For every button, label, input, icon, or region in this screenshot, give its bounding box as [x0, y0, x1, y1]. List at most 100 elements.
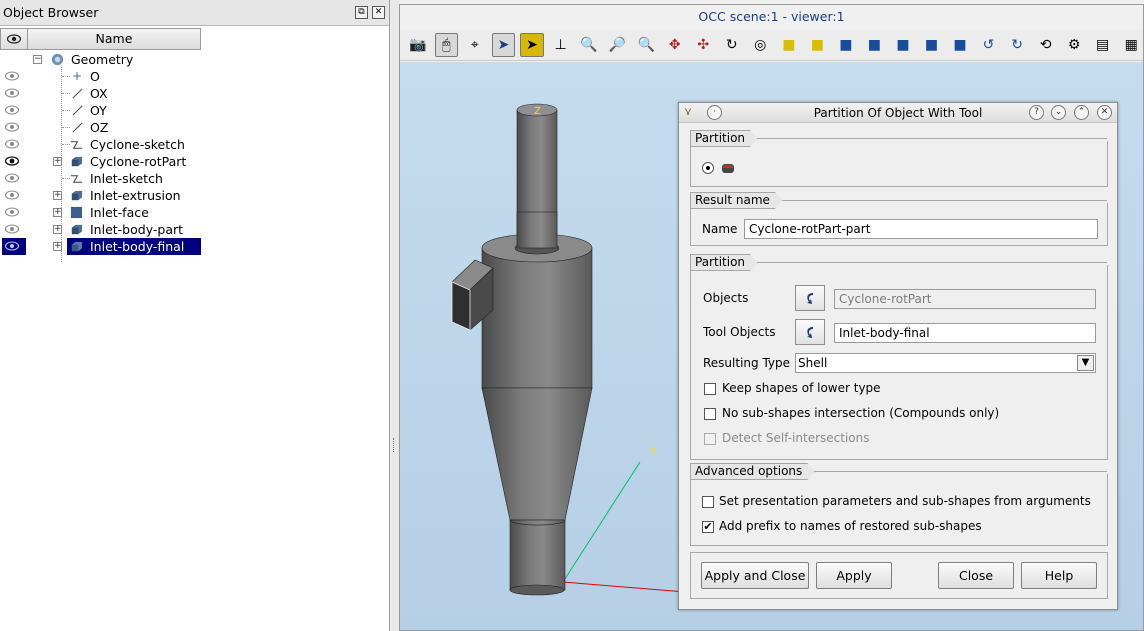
group-label: Advanced options [690, 463, 815, 480]
view-back-icon[interactable]: ■ [806, 33, 830, 57]
graduated-axes-icon[interactable]: ▦ [1119, 33, 1143, 57]
apply-button[interactable]: Apply [816, 562, 892, 589]
tree-item-inlet-body-part[interactable]: + Inlet-body-part [0, 221, 389, 238]
rotate-ccw-icon[interactable]: ↺ [977, 33, 1001, 57]
expand-icon[interactable]: + [53, 225, 62, 234]
eye-icon[interactable] [5, 173, 19, 183]
trihedron-icon[interactable]: ⌖ [463, 33, 487, 57]
close-icon[interactable]: ✕ [1097, 105, 1112, 120]
axis-icon[interactable]: ⊥ [549, 33, 573, 57]
eye-icon[interactable] [5, 139, 19, 149]
dropdown-arrow-icon[interactable]: ▼ [1077, 355, 1094, 371]
panel-splitter[interactable] [391, 0, 399, 631]
solid-icon [71, 156, 83, 167]
dump-view-icon[interactable]: 📷 [406, 33, 430, 57]
tree-item-label: OZ [90, 120, 109, 135]
eye-icon[interactable] [5, 224, 19, 234]
apply-and-close-button[interactable]: Apply and Close [701, 562, 809, 589]
eye-icon[interactable] [5, 122, 19, 132]
sketch-icon [70, 175, 83, 183]
fit-area-icon[interactable]: 🔎 [606, 33, 630, 57]
zoom-icon[interactable]: 🔍 [634, 33, 658, 57]
help-button[interactable]: Help [1021, 562, 1097, 589]
tree-item-label: O [90, 69, 100, 84]
fit-all-icon[interactable]: 🔍 [577, 33, 601, 57]
view-left-icon[interactable]: ■ [891, 33, 915, 57]
rect-selection-icon[interactable]: ➤ [520, 32, 544, 57]
object-browser-titlebar: Object Browser ⧉ ✕ [0, 0, 389, 26]
solid-icon [71, 224, 83, 235]
tree-item-cyclone-sketch[interactable]: Cyclone-sketch [0, 136, 389, 153]
objects-select-button[interactable] [795, 285, 825, 311]
global-pan-icon[interactable]: ✣ [691, 33, 715, 57]
tree-item-oy[interactable]: OY [0, 102, 389, 119]
objects-field[interactable]: Cyclone-rotPart [834, 289, 1096, 309]
objects-label: Objects [703, 291, 749, 305]
selection-mode-icon[interactable]: ➤ [491, 32, 516, 57]
eye-icon[interactable] [5, 71, 19, 81]
tree-item-oz[interactable]: OZ [0, 119, 389, 136]
collapse-icon[interactable]: − [33, 55, 42, 64]
tool-objects-field[interactable]: Inlet-body-final [834, 323, 1096, 343]
maximize-icon[interactable]: ⌃ [1074, 105, 1089, 120]
view-iso-icon[interactable]: ■ [948, 33, 972, 57]
tree-item-o[interactable]: + O [0, 68, 389, 85]
resulting-type-select[interactable]: Shell ▼ [795, 353, 1096, 373]
line-icon [72, 122, 83, 133]
eye-icon[interactable] [5, 207, 19, 217]
view-front-icon[interactable]: ■ [777, 33, 801, 57]
tree-item-geometry[interactable]: − Geometry [0, 51, 389, 68]
partition-type-radio[interactable] [702, 162, 714, 174]
clipping-icon[interactable]: ▤ [1091, 33, 1115, 57]
resulting-type-label: Resulting Type [703, 356, 791, 370]
keep-shapes-checkbox[interactable] [704, 383, 716, 395]
expand-icon[interactable]: + [53, 242, 62, 251]
viewer-toolbar: 📷 🖱 ⌖ ➤ ➤ ⊥ 🔍 🔎 🔍 ✥ ✣ ↻ ◎ ■ ■ ■ ■ ■ ■ ■ … [400, 29, 1143, 61]
visibility-column-header[interactable] [0, 28, 28, 50]
rotate-cw-icon[interactable]: ↻ [1005, 33, 1029, 57]
float-icon[interactable]: ⧉ [355, 6, 368, 19]
group-label: Partition [690, 254, 758, 271]
name-column-header[interactable]: Name [28, 28, 201, 50]
tree-item-inlet-extrusion[interactable]: + Inlet-extrusion [0, 187, 389, 204]
pan-icon[interactable]: ✥ [663, 33, 687, 57]
expand-icon[interactable]: + [53, 208, 62, 217]
view-top-icon[interactable]: ■ [834, 33, 858, 57]
tree-item-inlet-face[interactable]: + Inlet-face [0, 204, 389, 221]
viewer-title: OCC scene:1 - viewer:1 [400, 5, 1143, 29]
partition-dialog: ⋎ · Partition Of Object With Tool ? ⌄ ⌃ … [678, 102, 1118, 610]
tree-item-ox[interactable]: OX [0, 85, 389, 102]
mouse-mode-icon[interactable]: 🖱 [434, 32, 459, 57]
view-right-icon[interactable]: ■ [920, 33, 944, 57]
expand-icon[interactable]: + [53, 157, 62, 166]
detect-self-checkbox[interactable] [704, 433, 716, 445]
tree-item-inlet-sketch[interactable]: Inlet-sketch [0, 170, 389, 187]
view-bottom-icon[interactable]: ■ [863, 33, 887, 57]
close-icon[interactable]: ✕ [372, 6, 385, 19]
rotate-icon[interactable]: ↻ [720, 33, 744, 57]
keep-shapes-label: Keep shapes of lower type [722, 381, 881, 395]
clone-view-icon[interactable]: ⚙ [1062, 33, 1086, 57]
eye-icon[interactable] [5, 241, 19, 251]
tree-item-inlet-body-final[interactable]: + Inlet-body-final [0, 238, 389, 255]
eye-icon[interactable] [5, 88, 19, 98]
eye-icon[interactable] [5, 156, 19, 166]
tree-item-label: Inlet-sketch [90, 171, 163, 186]
rotation-point-icon[interactable]: ◎ [749, 33, 773, 57]
tool-objects-select-button[interactable] [795, 319, 825, 345]
reset-view-icon[interactable]: ⟲ [1034, 33, 1058, 57]
eye-icon[interactable] [5, 190, 19, 200]
set-presentation-checkbox[interactable] [702, 496, 714, 508]
tree-item-label: OX [90, 86, 108, 101]
help-context-icon[interactable]: ? [1029, 105, 1044, 120]
add-prefix-checkbox[interactable]: ✔ [702, 521, 714, 533]
detect-self-label: Detect Self-intersections [722, 431, 870, 445]
close-button[interactable]: Close [938, 562, 1014, 589]
shade-down-icon[interactable]: ⌄ [1051, 105, 1066, 120]
eye-icon [7, 34, 21, 44]
tree-item-cyclone-rotpart[interactable]: + Cyclone-rotPart [0, 153, 389, 170]
expand-icon[interactable]: + [53, 191, 62, 200]
result-name-input[interactable]: Cyclone-rotPart-part [744, 219, 1098, 239]
no-subshapes-checkbox[interactable] [704, 408, 716, 420]
eye-icon[interactable] [5, 105, 19, 115]
